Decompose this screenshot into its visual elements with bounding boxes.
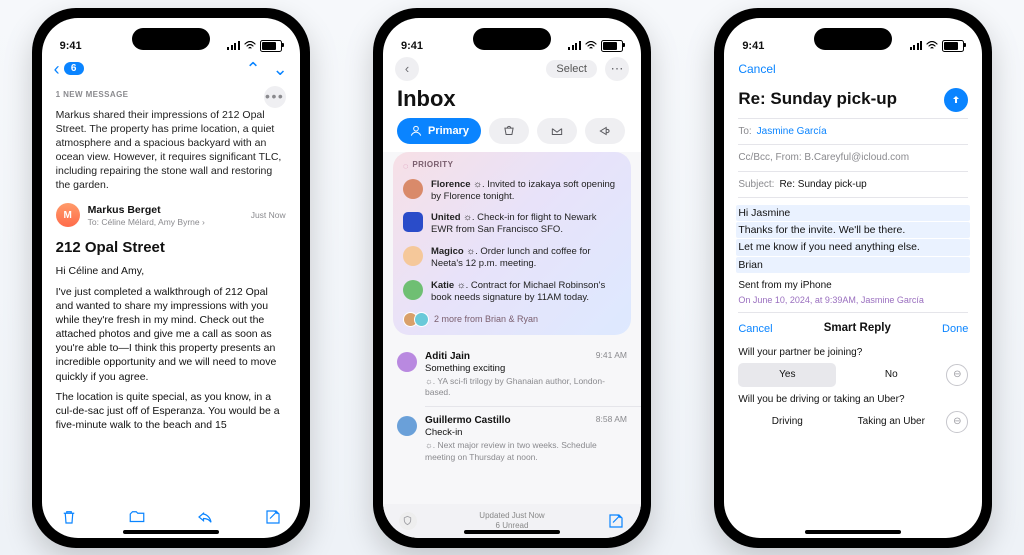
battery-icon [942, 40, 964, 52]
quoted-header: On June 10, 2024, at 9:39AM, Jasmine Gar… [738, 294, 968, 306]
body-paragraph: The location is quite special, as you kn… [56, 390, 286, 433]
smart-question: Will your partner be joining? [738, 346, 968, 360]
ccbcc-from-field[interactable]: Cc/Bcc, From: B.Careyful@icloud.com [738, 144, 968, 171]
ai-summary-text: Markus shared their impressions of 212 O… [56, 108, 286, 193]
phone-message-view: 9:41 ‹ 6 ⌃ ⌄ 1 NEW MESSAGE [32, 8, 310, 548]
back-button[interactable]: ‹ [395, 57, 419, 81]
updated-text: Updated Just Now [479, 511, 544, 520]
compose-title: Re: Sunday pick-up [738, 88, 897, 111]
dynamic-island [132, 28, 210, 50]
smart-option-no[interactable]: No [842, 363, 940, 387]
cellular-icon [568, 41, 581, 50]
nav-bar: ‹ Select ⋯ [383, 54, 641, 84]
status-time: 9:41 [60, 40, 82, 52]
avatar [403, 280, 423, 300]
privacy-shield-icon[interactable] [399, 512, 417, 530]
priority-row[interactable]: Magico ☼. Order lunch and coffee for Nee… [403, 241, 621, 275]
message-subject: 212 Opal Street [56, 238, 286, 258]
tab-primary-label: Primary [428, 125, 469, 137]
next-message-icon[interactable]: ⌄ [273, 60, 288, 78]
dynamic-island [473, 28, 551, 50]
smart-option-yes[interactable]: Yes [738, 363, 836, 387]
home-indicator[interactable] [464, 530, 560, 534]
smart-option-uber[interactable]: Taking an Uber [842, 410, 940, 434]
priority-row[interactable]: Florence ☼. Invited to izakaya soft open… [403, 174, 621, 208]
back-chevron-icon[interactable]: ‹ [54, 60, 60, 78]
cellular-icon [910, 41, 923, 50]
unread-count-badge[interactable]: 6 [64, 62, 84, 75]
skip-question-icon[interactable]: ⊖ [946, 364, 968, 386]
skip-question-icon[interactable]: ⊖ [946, 411, 968, 433]
wifi-icon [244, 41, 256, 50]
home-indicator[interactable] [805, 530, 901, 534]
smart-reply-title: Smart Reply [824, 321, 891, 337]
battery-icon [601, 40, 623, 52]
tab-primary[interactable]: Primary [397, 118, 481, 144]
nav-bar: ‹ 6 ⌃ ⌄ [42, 54, 300, 84]
priority-more-link[interactable]: 2 more from Brian & Ryan [403, 309, 621, 329]
tab-promotions[interactable] [585, 118, 625, 144]
greeting-line: Hi Céline and Amy, [56, 264, 286, 278]
new-message-label: 1 NEW MESSAGE [56, 90, 129, 101]
cancel-button[interactable]: Cancel [738, 62, 775, 76]
dynamic-island [814, 28, 892, 50]
wifi-icon [585, 41, 597, 50]
recipients-line[interactable]: To: Céline Mélard, Amy Byrne › [88, 217, 243, 228]
avatar [403, 246, 423, 266]
mail-row[interactable]: Aditi Jain9:41 AM Something exciting ☼. … [383, 343, 641, 406]
message-timestamp: Just Now [251, 210, 286, 221]
status-time: 9:41 [401, 40, 423, 52]
signature-line: Sent from my iPhone [738, 279, 968, 293]
compose-icon[interactable] [607, 512, 625, 532]
nav-bar: Cancel [724, 54, 982, 84]
priority-sparkle-icon: ◌ [403, 160, 408, 172]
reply-icon[interactable] [196, 508, 214, 531]
compose-body[interactable]: Hi Jasmine Thanks for the invite. We'll … [738, 197, 968, 306]
category-segments: Primary [383, 118, 641, 152]
smart-done-button[interactable]: Done [942, 322, 968, 337]
tab-shopping[interactable] [489, 118, 529, 144]
avatar [397, 352, 417, 372]
send-button[interactable] [944, 88, 968, 112]
priority-label: PRIORITY [412, 160, 453, 171]
phone-compose-view: 9:41 Cancel Re: Sunday pick-up To: J [714, 8, 992, 548]
priority-row[interactable]: United ☼. Check-in for flight to Newark … [403, 207, 621, 241]
compose-icon[interactable] [264, 508, 282, 531]
trash-icon[interactable] [60, 508, 78, 531]
smart-question: Will you be driving or taking an Uber? [738, 393, 968, 407]
cellular-icon [227, 41, 240, 50]
inbox-title: Inbox [383, 84, 641, 118]
prev-message-icon[interactable]: ⌃ [245, 60, 260, 78]
sender-name[interactable]: Markus Berget [88, 203, 243, 217]
smart-option-driving[interactable]: Driving [738, 410, 836, 434]
more-menu-button[interactable]: ••• [264, 86, 286, 108]
smart-cancel-button[interactable]: Cancel [738, 322, 772, 337]
select-button[interactable]: Select [546, 60, 597, 78]
priority-card: ◌ PRIORITY Florence ☼. Invited to izakay… [393, 152, 631, 335]
sender-avatar[interactable]: M [56, 203, 80, 227]
tab-newsletters[interactable] [537, 118, 577, 144]
recipient-chip[interactable]: Jasmine García [757, 125, 827, 139]
folder-icon[interactable] [128, 508, 146, 531]
smart-reply-header: Cancel Smart Reply Done [738, 312, 968, 343]
avatar [403, 212, 423, 232]
battery-icon [260, 40, 282, 52]
wifi-icon [926, 41, 938, 50]
phone-inbox-view: 9:41 ‹ Select ⋯ Inbox Primary [373, 8, 651, 548]
avatar [403, 179, 423, 199]
avatar [397, 416, 417, 436]
mail-row[interactable]: Guillermo Castillo8:58 AM Check-in ☼. Ne… [383, 407, 641, 470]
status-time: 9:41 [742, 40, 764, 52]
more-menu-button[interactable]: ⋯ [605, 57, 629, 81]
unread-text: 6 Unread [479, 521, 544, 530]
priority-row[interactable]: Katie ☼. Contract for Michael Robinson's… [403, 275, 621, 309]
home-indicator[interactable] [123, 530, 219, 534]
subject-field[interactable]: Subject: Re: Sunday pick-up [738, 171, 968, 198]
body-paragraph: I've just completed a walkthrough of 212… [56, 285, 286, 384]
to-field[interactable]: To: Jasmine García [738, 118, 968, 145]
